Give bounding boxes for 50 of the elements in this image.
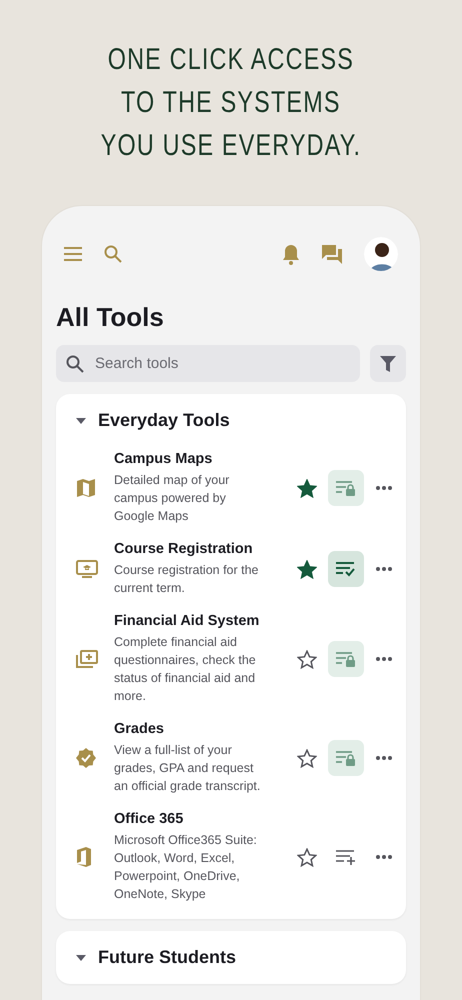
star-icon[interactable] xyxy=(297,848,317,866)
tool-description: Complete financial aid questionnaires, check the status of financial aid and more. xyxy=(114,634,257,705)
tool-description: Course registration for the current term. xyxy=(114,562,260,597)
tool-description: Detailed map of your campus powered by Google Maps xyxy=(114,472,230,525)
page-title: All Tools xyxy=(56,302,165,333)
filter-button[interactable] xyxy=(370,345,406,382)
more-icon xyxy=(376,567,392,571)
filled-star-icon[interactable] xyxy=(297,478,317,498)
tool-name: Campus Maps xyxy=(114,451,214,467)
filter-icon xyxy=(380,356,396,372)
monitor-icon xyxy=(76,560,98,578)
section-header[interactable]: Future Students xyxy=(56,947,236,968)
more-icon xyxy=(376,657,392,661)
tool-name: Grades xyxy=(114,721,165,737)
headline: TO THE SYSTEMS xyxy=(121,85,341,121)
chat-icon[interactable] xyxy=(322,244,342,264)
tool-name: Office 365 xyxy=(114,811,184,827)
bell-icon[interactable] xyxy=(282,244,300,264)
search-input[interactable]: Search tools xyxy=(93,354,350,373)
more-icon xyxy=(376,756,392,760)
star-icon[interactable] xyxy=(297,748,317,768)
locked-list-button[interactable] xyxy=(328,740,364,776)
locked-list-button[interactable] xyxy=(328,641,364,677)
star-icon[interactable] xyxy=(297,650,317,668)
section-header[interactable]: Everyday Tools xyxy=(56,410,230,431)
list-lock-icon xyxy=(335,480,357,496)
office-icon xyxy=(76,847,92,867)
search-field[interactable]: Search tools xyxy=(56,345,360,382)
tool-description: View a full-list of your grades, GPA and request an official grade transcript. xyxy=(114,742,262,795)
search-icon xyxy=(66,354,84,372)
locked-list-button[interactable] xyxy=(328,470,364,506)
menu-icon[interactable] xyxy=(64,247,82,261)
list-lock-icon xyxy=(335,651,357,667)
tool-name: Course Registration xyxy=(114,541,254,557)
tool-description: Microsoft Office365 Suite: Outlook, Word, Excel, Powerpoint, OneDrive, OneNote, Skype xyxy=(114,832,258,903)
verified-badge-icon xyxy=(76,748,96,768)
more-icon xyxy=(376,855,392,859)
avatar[interactable] xyxy=(364,237,398,271)
list-lock-icon xyxy=(335,750,357,766)
tool-name: Financial Aid System xyxy=(114,613,260,629)
headline: YOU USE EVERYDAY. xyxy=(100,128,362,164)
filled-star-icon[interactable] xyxy=(297,560,317,578)
more-icon xyxy=(376,486,392,490)
map-icon xyxy=(76,479,96,497)
list-check-icon xyxy=(335,561,357,577)
money-icon xyxy=(76,650,98,668)
added-list-button[interactable] xyxy=(328,551,364,587)
search-icon[interactable] xyxy=(104,245,122,263)
headline: ONE CLICK ACCESS xyxy=(108,42,354,78)
list-add-icon xyxy=(335,849,357,865)
